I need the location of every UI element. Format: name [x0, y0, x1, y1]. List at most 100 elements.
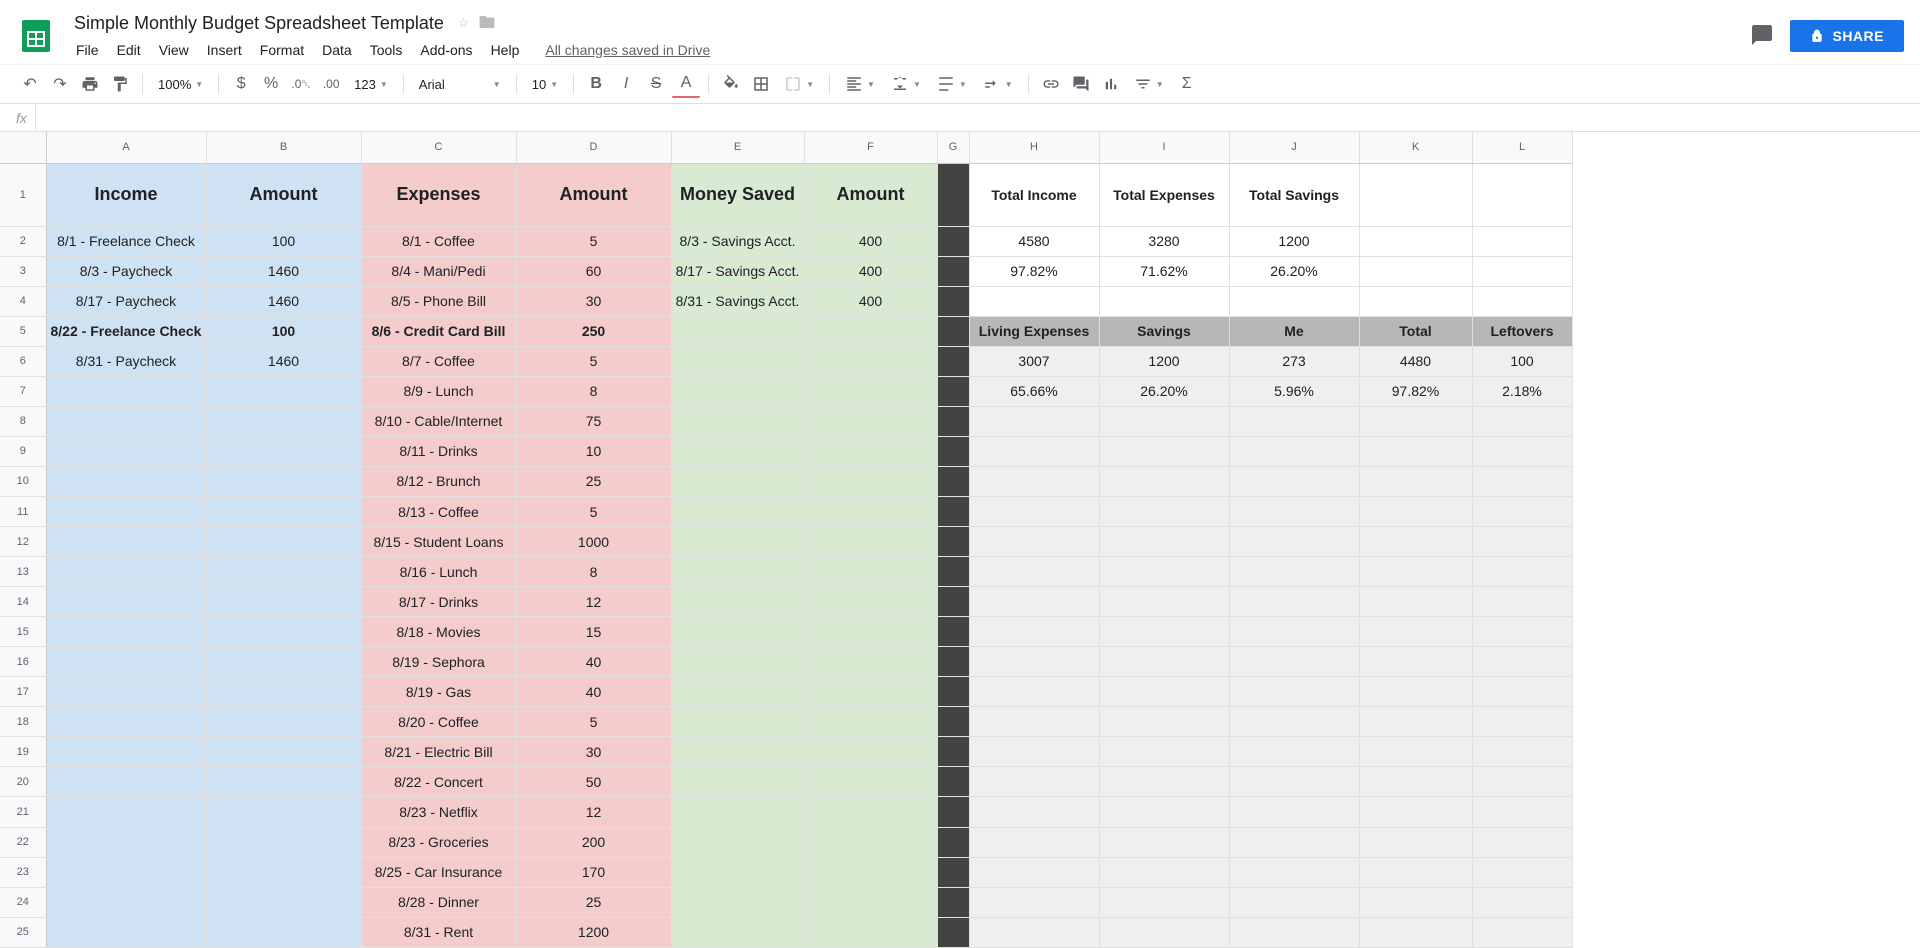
more-formats-dropdown[interactable]: 123▼	[347, 71, 395, 97]
cell-H15[interactable]	[969, 617, 1099, 647]
menu-format[interactable]: Format	[252, 38, 312, 62]
cell-H1[interactable]: Total Income	[969, 163, 1099, 226]
halign-button[interactable]: ▼	[838, 71, 882, 97]
cell-K1[interactable]	[1359, 163, 1472, 226]
wrap-button[interactable]: ▼	[930, 71, 974, 97]
row-header-11[interactable]: 11	[0, 497, 46, 527]
star-icon[interactable]: ☆	[458, 15, 470, 31]
cell-G1[interactable]	[937, 163, 969, 226]
row-header-10[interactable]: 10	[0, 466, 46, 496]
cell-E18[interactable]	[671, 707, 804, 737]
cell-K2[interactable]	[1359, 226, 1472, 256]
cell-E14[interactable]	[671, 587, 804, 617]
cell-F23[interactable]	[804, 857, 937, 887]
cell-J13[interactable]	[1229, 557, 1359, 587]
cell-E20[interactable]	[671, 767, 804, 797]
cell-F21[interactable]	[804, 797, 937, 827]
cell-E16[interactable]	[671, 647, 804, 677]
cell-I23[interactable]	[1099, 857, 1229, 887]
cell-G22[interactable]	[937, 827, 969, 857]
cell-J20[interactable]	[1229, 767, 1359, 797]
cell-C20[interactable]: 8/22 - Concert	[361, 767, 516, 797]
cell-F14[interactable]	[804, 587, 937, 617]
cell-L12[interactable]	[1472, 527, 1572, 557]
cell-A7[interactable]	[46, 376, 206, 406]
increase-decimal-button[interactable]: .00	[317, 70, 345, 98]
row-header-8[interactable]: 8	[0, 406, 46, 436]
cell-I21[interactable]	[1099, 797, 1229, 827]
cell-G3[interactable]	[937, 256, 969, 286]
cell-A1[interactable]: Income	[46, 163, 206, 226]
cell-B10[interactable]	[206, 466, 361, 496]
cell-D18[interactable]: 5	[516, 707, 671, 737]
cell-I14[interactable]	[1099, 587, 1229, 617]
cell-D17[interactable]: 40	[516, 677, 671, 707]
row-header-6[interactable]: 6	[0, 346, 46, 376]
cell-H17[interactable]	[969, 677, 1099, 707]
cell-G16[interactable]	[937, 647, 969, 677]
cell-H5[interactable]: Living Expenses	[969, 316, 1099, 346]
formula-input[interactable]	[36, 110, 1912, 125]
cell-C14[interactable]: 8/17 - Drinks	[361, 587, 516, 617]
cell-H12[interactable]	[969, 527, 1099, 557]
cell-K20[interactable]	[1359, 767, 1472, 797]
cell-I11[interactable]	[1099, 497, 1229, 527]
cell-B9[interactable]	[206, 436, 361, 466]
cell-A25[interactable]	[46, 917, 206, 947]
cell-K22[interactable]	[1359, 827, 1472, 857]
cell-B11[interactable]	[206, 497, 361, 527]
cell-K18[interactable]	[1359, 707, 1472, 737]
menu-addons[interactable]: Add-ons	[412, 38, 480, 62]
cell-J10[interactable]	[1229, 466, 1359, 496]
merge-button[interactable]: ▼	[777, 71, 821, 97]
cell-K3[interactable]	[1359, 256, 1472, 286]
cell-B7[interactable]	[206, 376, 361, 406]
cell-I20[interactable]	[1099, 767, 1229, 797]
cell-H11[interactable]	[969, 497, 1099, 527]
filter-button[interactable]: ▼	[1127, 71, 1171, 97]
cell-G11[interactable]	[937, 497, 969, 527]
col-header-H[interactable]: H	[969, 132, 1099, 163]
cell-L3[interactable]	[1472, 256, 1572, 286]
cell-A10[interactable]	[46, 466, 206, 496]
cell-I9[interactable]	[1099, 436, 1229, 466]
cell-J4[interactable]	[1229, 286, 1359, 316]
cell-E9[interactable]	[671, 436, 804, 466]
cell-D22[interactable]: 200	[516, 827, 671, 857]
cell-J17[interactable]	[1229, 677, 1359, 707]
cell-H10[interactable]	[969, 466, 1099, 496]
cell-F4[interactable]: 400	[804, 286, 937, 316]
cell-I4[interactable]	[1099, 286, 1229, 316]
cell-J5[interactable]: Me	[1229, 316, 1359, 346]
cell-G5[interactable]	[937, 316, 969, 346]
italic-button[interactable]: I	[612, 70, 640, 98]
cell-E21[interactable]	[671, 797, 804, 827]
cell-C7[interactable]: 8/9 - Lunch	[361, 376, 516, 406]
cell-B16[interactable]	[206, 647, 361, 677]
row-header-17[interactable]: 17	[0, 677, 46, 707]
col-header-L[interactable]: L	[1472, 132, 1572, 163]
cell-L10[interactable]	[1472, 466, 1572, 496]
redo-button[interactable]: ↷	[46, 70, 74, 98]
cell-I22[interactable]	[1099, 827, 1229, 857]
cell-J2[interactable]: 1200	[1229, 226, 1359, 256]
cell-D16[interactable]: 40	[516, 647, 671, 677]
fill-color-button[interactable]	[717, 70, 745, 98]
cell-B13[interactable]	[206, 557, 361, 587]
cell-K8[interactable]	[1359, 406, 1472, 436]
cell-H18[interactable]	[969, 707, 1099, 737]
cell-F20[interactable]	[804, 767, 937, 797]
percent-button[interactable]: %	[257, 70, 285, 98]
cell-L2[interactable]	[1472, 226, 1572, 256]
cell-J24[interactable]	[1229, 887, 1359, 917]
cell-E3[interactable]: 8/17 - Savings Acct.	[671, 256, 804, 286]
row-header-9[interactable]: 9	[0, 436, 46, 466]
cell-I10[interactable]	[1099, 466, 1229, 496]
cell-J9[interactable]	[1229, 436, 1359, 466]
folder-icon[interactable]	[478, 13, 496, 34]
cell-D5[interactable]: 250	[516, 316, 671, 346]
cell-J12[interactable]	[1229, 527, 1359, 557]
cell-C24[interactable]: 8/28 - Dinner	[361, 887, 516, 917]
decrease-decimal-button[interactable]: .0␡	[287, 70, 315, 98]
row-header-4[interactable]: 4	[0, 286, 46, 316]
